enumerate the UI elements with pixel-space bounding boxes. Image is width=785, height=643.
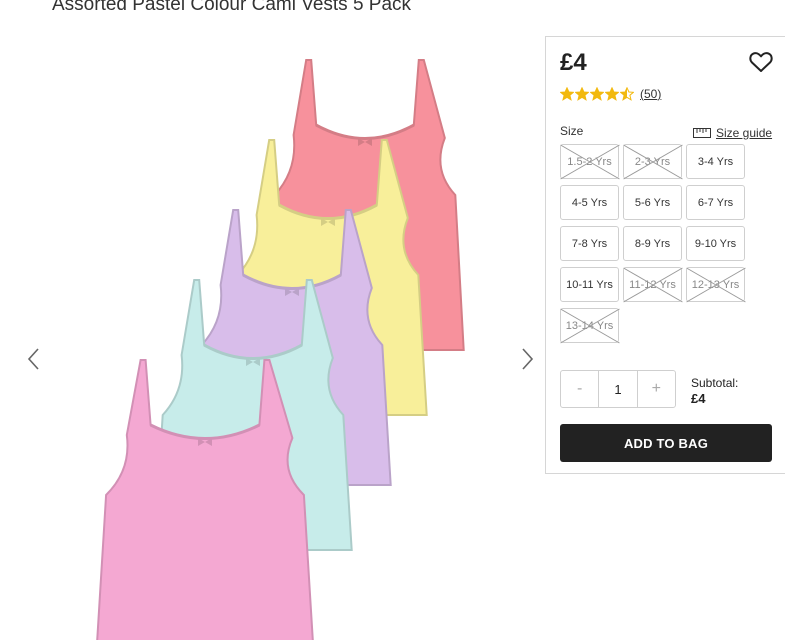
product-rating: (50) [560,87,661,101]
quantity-stepper: - 1 + [560,370,676,408]
review-count-link[interactable]: (50) [640,87,661,101]
size-option[interactable]: 11-12 Yrs [623,267,682,302]
size-option[interactable]: 5-6 Yrs [623,185,682,220]
size-option[interactable]: 4-5 Yrs [560,185,619,220]
product-price: £4 [560,49,587,76]
quantity-increase-button[interactable]: + [638,371,675,407]
chevron-left-icon [27,348,39,370]
purchase-panel: £4 (50) Size Size guide 1.5-2 Yrs 2-3 Yrs… [545,36,785,474]
subtotal-label: Subtotal: [691,376,739,390]
product-gallery [0,30,545,643]
subtotal: Subtotal: £4 [691,375,738,407]
size-guide-label: Size guide [716,126,773,140]
add-to-bag-button[interactable]: ADD TO BAG [560,424,772,462]
product-title: Assorted Pastel Colour Cami Vests 5 Pack [52,0,412,15]
size-option[interactable]: 3-4 Yrs [686,144,745,179]
size-label: Size [560,124,584,138]
chevron-right-icon [522,348,534,370]
size-option[interactable]: 2-3 Yrs [623,144,682,179]
size-option[interactable]: 1.5-2 Yrs [560,144,619,179]
size-option[interactable]: 6-7 Yrs [686,185,745,220]
size-option[interactable]: 8-9 Yrs [623,226,682,261]
size-option[interactable]: 10-11 Yrs [560,267,619,302]
rating-stars [560,87,634,101]
size-option[interactable]: 9-10 Yrs [686,226,745,261]
size-option[interactable]: 7-8 Yrs [560,226,619,261]
product-image [96,59,465,640]
star-icon [605,87,619,101]
review-count: 50 [644,87,658,101]
star-icon [620,87,634,101]
size-option[interactable]: 12-13 Yrs [686,267,745,302]
wishlist-button[interactable] [749,51,773,73]
size-guide-link[interactable]: Size guide [693,126,772,140]
subtotal-value: £4 [691,391,706,406]
size-options: 1.5-2 Yrs 2-3 Yrs 3-4 Yrs 4-5 Yrs 5-6 Yrs 6-7… [560,144,750,343]
star-icon [560,87,574,101]
ruler-icon [693,128,711,138]
gallery-prev-button[interactable] [24,345,44,373]
heart-icon [749,52,773,72]
star-icon [590,87,604,101]
quantity-decrease-button[interactable]: - [561,371,598,407]
quantity-value[interactable]: 1 [598,371,638,407]
star-icon [575,87,589,101]
size-option[interactable]: 13-14 Yrs [560,308,619,343]
gallery-next-button[interactable] [517,345,537,373]
